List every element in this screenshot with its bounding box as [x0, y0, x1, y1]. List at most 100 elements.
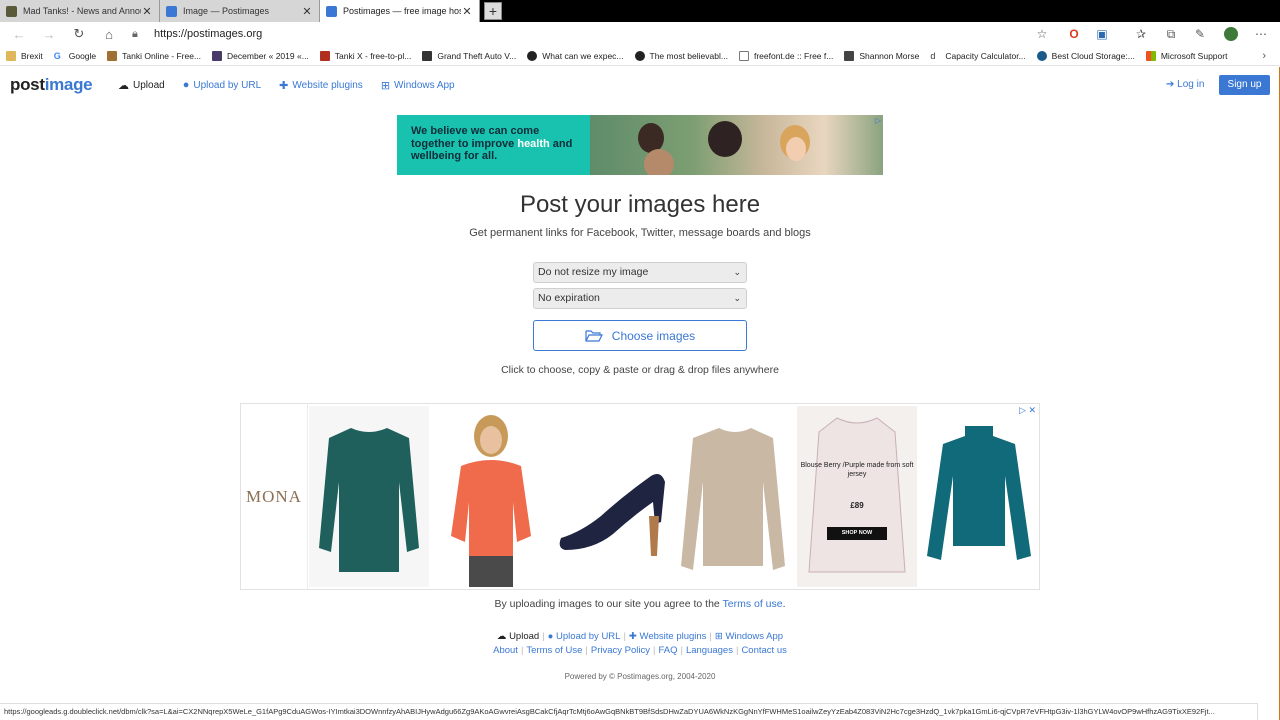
- office-extension-icon[interactable]: O: [1064, 22, 1084, 46]
- site-icon: [212, 50, 223, 61]
- profile-avatar-icon[interactable]: [1221, 22, 1241, 46]
- product-teal-turtleneck[interactable]: [919, 406, 1039, 587]
- bookmark-item[interactable]: Microsoft Support: [1145, 50, 1227, 61]
- collections-icon[interactable]: ⧉: [1161, 22, 1181, 46]
- bookmark-item[interactable]: Brexit: [6, 50, 43, 61]
- sweater-image: [927, 426, 1031, 560]
- bookmark-item[interactable]: freefont.de :: Free f...: [738, 50, 833, 61]
- tab-title: Postimages — free image hostin: [343, 6, 461, 16]
- blouse-price: £89: [850, 501, 864, 510]
- product-beige-sweater[interactable]: [675, 406, 795, 587]
- nav-upload[interactable]: ☁ Upload: [118, 79, 165, 92]
- tab-title: Image — Postimages: [183, 6, 270, 16]
- bookmark-item[interactable]: G Google: [53, 50, 96, 61]
- blouse-description: Blouse Berry /Purple made from soft jers…: [800, 462, 914, 478]
- bookmark-item[interactable]: Best Cloud Storage:...: [1036, 50, 1135, 61]
- tab-favicon-icon: [166, 5, 177, 17]
- nav-windows-app[interactable]: ⊞ Windows App: [381, 79, 455, 92]
- footer-link-about[interactable]: About: [493, 645, 518, 656]
- footer-link-terms[interactable]: Terms of Use: [526, 645, 582, 656]
- cube-icon: [844, 50, 855, 61]
- chevron-down-icon: ⌄: [733, 293, 741, 303]
- terms-notice: By uploading images to our site you agre…: [494, 598, 786, 610]
- address-field[interactable]: 🔒︎ https://postimages.org: [132, 22, 262, 46]
- child-figure: [786, 137, 806, 161]
- browser-tab[interactable]: Mad Tanks! - News and Announ ✕: [0, 0, 160, 22]
- bookmark-item[interactable]: The most believabl...: [634, 50, 728, 61]
- forward-arrow-icon[interactable]: →: [34, 27, 64, 42]
- child-figure: [708, 121, 742, 157]
- footer-link-upload-by-url[interactable]: ● Upload by URL: [548, 631, 621, 642]
- ad-choices-icon[interactable]: ▷ ✕: [1019, 405, 1036, 416]
- new-tab-button[interactable]: +: [484, 2, 502, 20]
- child-figure: [644, 149, 674, 175]
- footer-link-contact[interactable]: Contact us: [741, 645, 786, 656]
- footer-nav-secondary: About | Terms of Use | Privacy Policy | FAQ | La…: [493, 645, 787, 656]
- tab-favicon-icon: [6, 5, 17, 17]
- shoe-image: [559, 474, 665, 556]
- globe-icon: [527, 50, 538, 61]
- refresh-icon[interactable]: ↻: [64, 26, 94, 42]
- choose-images-button[interactable]: Choose images: [533, 320, 747, 351]
- ad-choices-icon[interactable]: ▷: [875, 116, 881, 125]
- product-ad[interactable]: MONA Blouse Berry /Purple made from soft…: [240, 403, 1040, 590]
- product-teal-sweater[interactable]: [309, 406, 429, 587]
- ad-brand-logo: MONA: [241, 404, 308, 589]
- footer-link-upload[interactable]: ☁ Upload: [497, 631, 539, 642]
- page-icon: [738, 50, 749, 61]
- bookmark-item[interactable]: December « 2019 «...: [212, 50, 309, 61]
- shop-now-button[interactable]: SHOP NOW: [827, 527, 887, 540]
- login-link[interactable]: ➔ Log in: [1166, 67, 1204, 103]
- bookmark-item[interactable]: What can we expec...: [527, 50, 624, 61]
- home-icon[interactable]: ⌂: [94, 27, 124, 42]
- tab-close-icon[interactable]: ✕: [301, 5, 313, 18]
- bookmark-item[interactable]: Tanki X - free-to-pl...: [319, 50, 411, 61]
- browser-tab[interactable]: Image — Postimages ✕: [160, 0, 320, 22]
- tab-close-icon[interactable]: ✕: [141, 5, 153, 18]
- bookmark-item[interactable]: Shannon Morse: [844, 50, 919, 61]
- product-blouse[interactable]: Blouse Berry /Purple made from soft jers…: [797, 406, 917, 587]
- expiration-select[interactable]: No expiration ⌄: [533, 288, 747, 309]
- footer-link-privacy[interactable]: Privacy Policy: [591, 645, 650, 656]
- bookmark-item[interactable]: Tanki Online - Free...: [107, 50, 201, 61]
- feedback-icon[interactable]: ✎: [1190, 22, 1210, 46]
- browser-tab-active[interactable]: Postimages — free image hostin ✕: [320, 0, 480, 22]
- windows-icon: ⊞: [714, 631, 726, 642]
- nav-upload-by-url[interactable]: ● Upload by URL: [183, 79, 261, 91]
- chevron-right-icon[interactable]: ›: [1262, 46, 1266, 65]
- more-menu-icon[interactable]: ⋯: [1251, 22, 1271, 46]
- nav-website-plugins[interactable]: ✚ Website plugins: [279, 79, 363, 92]
- favorites-icon[interactable]: ✰: [1131, 22, 1151, 46]
- back-arrow-icon[interactable]: ←: [4, 27, 34, 42]
- bookmark-item[interactable]: d Capacity Calculator...: [930, 50, 1026, 61]
- footer-link-website-plugins[interactable]: ✚ Website plugins: [629, 631, 707, 642]
- signup-button[interactable]: Sign up: [1219, 75, 1270, 95]
- puzzle-icon: ✚: [628, 631, 640, 642]
- calculator-icon: d: [930, 50, 941, 61]
- top-ad-banner[interactable]: We believe we can come together to impro…: [397, 115, 883, 175]
- terms-link[interactable]: Terms of use: [723, 598, 783, 610]
- windows-icon: ⊞: [380, 79, 391, 92]
- product-coral-sweater[interactable]: [431, 406, 551, 587]
- folder-icon: [6, 50, 16, 61]
- browser-tab-strip: Mad Tanks! - News and Announ ✕ Image — P…: [0, 0, 1280, 22]
- page-title: Post your images here: [519, 191, 761, 218]
- cloud-upload-icon: ☁: [496, 631, 510, 642]
- star-icon[interactable]: ☆: [1032, 22, 1052, 46]
- sweater-image: [319, 428, 419, 572]
- microsoft-icon: [1145, 50, 1156, 61]
- bookmark-item[interactable]: Grand Theft Auto V...: [422, 50, 516, 61]
- extension-icon[interactable]: ▣: [1092, 22, 1112, 46]
- resize-select[interactable]: Do not resize my image ⌄: [533, 262, 747, 283]
- footer-link-faq[interactable]: FAQ: [658, 645, 677, 656]
- google-icon: G: [53, 50, 64, 61]
- address-bar-row: ← → ↻ ⌂ 🔒︎ https://postimages.org ☆ O ▣ …: [0, 22, 1280, 46]
- cloud-upload-icon: ☁: [118, 79, 129, 92]
- tab-close-icon[interactable]: ✕: [461, 5, 473, 18]
- product-navy-shoe[interactable]: [553, 406, 673, 587]
- footer-link-languages[interactable]: Languages: [686, 645, 733, 656]
- lock-icon: 🔒︎: [132, 27, 138, 40]
- footer-link-windows-app[interactable]: ⊞ Windows App: [715, 631, 783, 642]
- tab-title: Mad Tanks! - News and Announ: [23, 6, 141, 16]
- site-logo[interactable]: postimage: [10, 75, 93, 95]
